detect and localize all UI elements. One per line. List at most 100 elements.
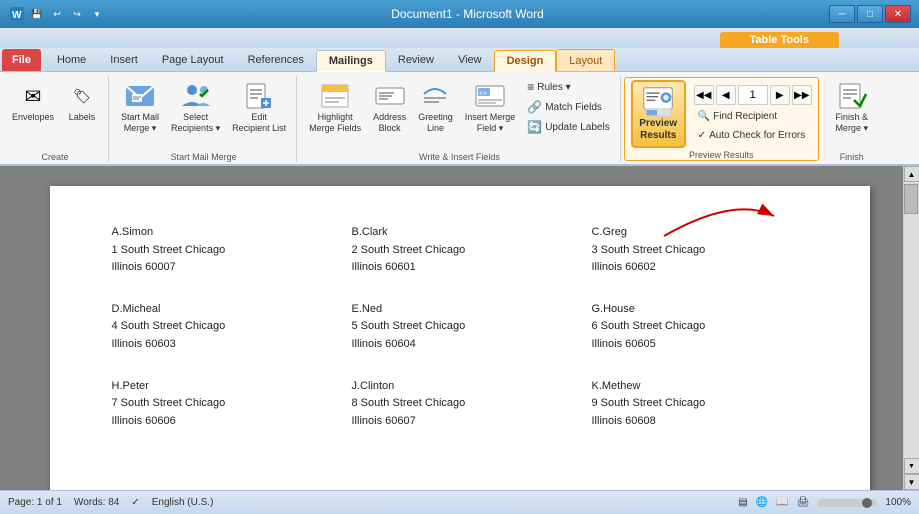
entry-4: D.Micheal 4 South Street Chicago Illinoi… <box>100 285 340 362</box>
entry-6-address: 6 South Street Chicago <box>592 318 808 336</box>
entry-1-city: Illinois 60007 <box>112 259 328 277</box>
entry-9: K.Methew 9 South Street Chicago Illinois… <box>580 362 820 439</box>
match-fields-button[interactable]: 🔗 Match Fields <box>523 98 613 116</box>
rules-button[interactable]: ≡ Rules ▾ <box>523 78 613 96</box>
entry-8: J.Clinton 8 South Street Chicago Illinoi… <box>340 362 580 439</box>
entry-7-name: H.Peter <box>112 378 328 396</box>
redo-quick-btn[interactable]: ↪ <box>68 5 86 23</box>
record-number-input[interactable] <box>738 85 768 105</box>
scroll-up-btn[interactable]: ▲ <box>904 166 919 182</box>
vertical-scrollbar[interactable]: ▲ ▼ ▼ <box>903 166 919 490</box>
scroll-thumb[interactable] <box>904 184 918 214</box>
maximize-btn[interactable]: □ <box>857 5 883 23</box>
ribbon-group-start-mail-merge: Start MailMerge ▾ SelectRecipients ▾ <box>111 76 297 162</box>
document[interactable]: A.Simon 1 South Street Chicago Illinois … <box>50 186 870 490</box>
preview-results-icon <box>642 86 674 118</box>
entry-8-address: 8 South Street Chicago <box>352 395 568 413</box>
greeting-line-icon <box>419 80 451 112</box>
insert-merge-field-button[interactable]: «» Insert MergeField ▾ <box>461 78 520 136</box>
entry-2-address: 2 South Street Chicago <box>352 242 568 260</box>
entry-6-city: Illinois 60605 <box>592 336 808 354</box>
tab-references[interactable]: References <box>236 49 316 71</box>
view-normal-btn[interactable]: ▤ <box>738 497 747 508</box>
start-mail-merge-button[interactable]: Start MailMerge ▾ <box>117 78 163 136</box>
entry-3-address: 3 South Street Chicago <box>592 242 808 260</box>
finish-merge-button[interactable]: Finish &Merge ▾ <box>831 78 872 136</box>
save-quick-btn[interactable]: 💾 <box>28 5 46 23</box>
quick-menu-btn[interactable]: ▾ <box>88 5 106 23</box>
find-recipient-icon: 🔍 <box>698 111 710 122</box>
ribbon-tabs: File Home Insert Page Layout References … <box>0 48 919 72</box>
highlight-merge-fields-button[interactable]: HighlightMerge Fields <box>305 78 365 136</box>
view-reading-btn[interactable]: 📖 <box>776 497 788 508</box>
scroll-down-arrow-2[interactable]: ▼ <box>904 474 919 490</box>
tab-layout[interactable]: Layout <box>556 49 615 71</box>
ribbon-group-write-insert: HighlightMerge Fields AddressBlock <box>299 76 621 162</box>
entry-5-address: 5 South Street Chicago <box>352 318 568 336</box>
window-title: Document1 - Microsoft Word <box>106 7 829 21</box>
entry-4-city: Illinois 60603 <box>112 336 328 354</box>
update-labels-icon: 🔄 <box>527 120 542 134</box>
undo-quick-btn[interactable]: ↩ <box>48 5 66 23</box>
zoom-slider[interactable] <box>817 499 877 507</box>
first-record-btn[interactable]: ◀◀ <box>694 85 714 105</box>
envelopes-button[interactable]: ✉ Envelopes <box>8 78 58 125</box>
entry-1-name: A.Simon <box>112 224 328 242</box>
word-count: Words: 84 <box>74 497 119 508</box>
record-navigation: ◀◀ ◀ ▶ ▶▶ <box>694 85 812 105</box>
labels-icon: 🏷 <box>66 80 98 112</box>
tab-mailings[interactable]: Mailings <box>316 50 386 72</box>
preview-results-button[interactable]: PreviewResults <box>631 80 686 148</box>
ribbon: ✉ Envelopes 🏷 Labels Create <box>0 72 919 166</box>
entry-1: A.Simon 1 South Street Chicago Illinois … <box>100 216 340 285</box>
match-fields-icon: 🔗 <box>527 100 542 114</box>
close-btn[interactable]: ✕ <box>885 5 911 23</box>
recipients-icon <box>180 80 212 112</box>
view-print-btn[interactable]: 🖨 <box>797 497 810 508</box>
tab-design[interactable]: Design <box>494 50 557 72</box>
find-recipient-button[interactable]: 🔍 Find Recipient <box>694 109 812 124</box>
entry-3: C.Greg 3 South Street Chicago Illinois 6… <box>580 216 820 285</box>
entry-9-name: K.Methew <box>592 378 808 396</box>
tab-review[interactable]: Review <box>386 49 446 71</box>
select-recipients-button[interactable]: SelectRecipients ▾ <box>167 78 224 136</box>
address-block-icon <box>374 80 406 112</box>
labels-button[interactable]: 🏷 Labels <box>62 78 102 125</box>
entry-9-address: 9 South Street Chicago <box>592 395 808 413</box>
view-web-btn[interactable]: 🌐 <box>756 497 768 508</box>
address-block-button[interactable]: AddressBlock <box>369 78 410 136</box>
entry-6-name: G.House <box>592 301 808 319</box>
svg-text:W: W <box>12 10 22 21</box>
auto-check-icon: ✓ <box>698 130 706 141</box>
last-record-btn[interactable]: ▶▶ <box>792 85 812 105</box>
update-labels-button[interactable]: 🔄 Update Labels <box>523 118 613 136</box>
svg-text:«»: «» <box>479 90 487 97</box>
entry-7: H.Peter 7 South Street Chicago Illinois … <box>100 362 340 439</box>
prev-record-btn[interactable]: ◀ <box>716 85 736 105</box>
page-info: Page: 1 of 1 <box>8 497 62 508</box>
tab-home[interactable]: Home <box>45 49 98 71</box>
status-bar: Page: 1 of 1 Words: 84 ✓ English (U.S.) … <box>0 490 919 514</box>
entry-5-city: Illinois 60604 <box>352 336 568 354</box>
minimize-btn[interactable]: ─ <box>829 5 855 23</box>
edit-recipient-list-button[interactable]: EditRecipient List <box>228 78 290 136</box>
entry-9-city: Illinois 60608 <box>592 413 808 431</box>
scroll-down-arrow-1[interactable]: ▼ <box>904 458 919 474</box>
auto-check-errors-button[interactable]: ✓ Auto Check for Errors <box>694 128 812 143</box>
quick-access-toolbar: W 💾 ↩ ↪ ▾ <box>8 5 106 23</box>
entry-8-city: Illinois 60607 <box>352 413 568 431</box>
table-tools-label: Table Tools <box>720 32 840 48</box>
ribbon-group-create: ✉ Envelopes 🏷 Labels Create <box>2 76 109 162</box>
tab-pagelayout[interactable]: Page Layout <box>150 49 236 71</box>
tab-insert[interactable]: Insert <box>98 49 150 71</box>
document-area: A.Simon 1 South Street Chicago Illinois … <box>0 166 919 490</box>
greeting-line-button[interactable]: GreetingLine <box>414 78 457 136</box>
entry-7-city: Illinois 60606 <box>112 413 328 431</box>
mail-merge-icon <box>124 80 156 112</box>
next-record-btn[interactable]: ▶ <box>770 85 790 105</box>
tab-view[interactable]: View <box>446 49 494 71</box>
envelope-icon: ✉ <box>17 80 49 112</box>
tab-file[interactable]: File <box>2 49 41 71</box>
entry-3-city: Illinois 60602 <box>592 259 808 277</box>
entry-2: B.Clark 2 South Street Chicago Illinois … <box>340 216 580 285</box>
